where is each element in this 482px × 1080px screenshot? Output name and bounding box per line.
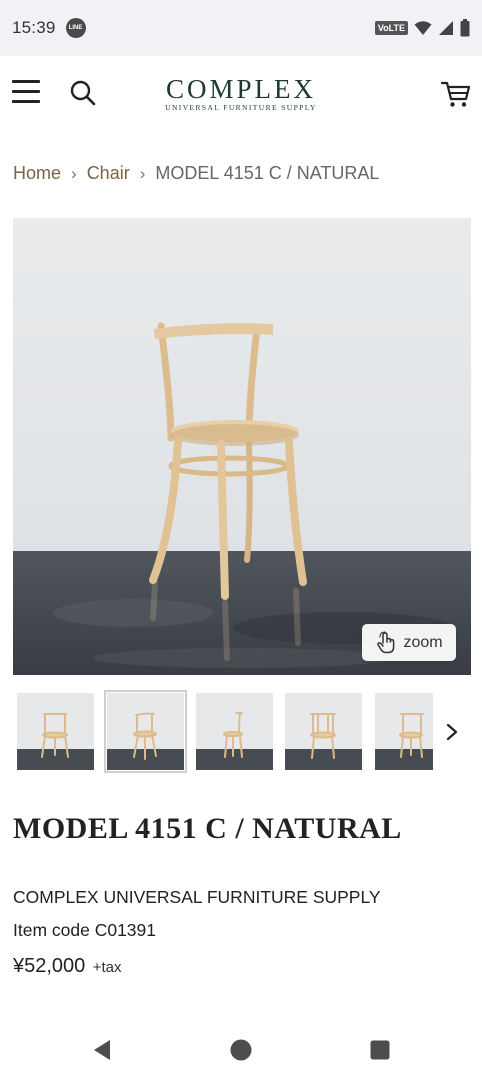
price-row: ¥52,000 +tax [13,955,122,978]
tax-label: +tax [92,959,122,976]
battery-icon [460,19,470,37]
product-brand: COMPLEX UNIVERSAL FURNITURE SUPPLY [13,887,381,907]
thumbnail-image [107,693,184,770]
back-icon[interactable] [90,1038,114,1062]
zoom-button[interactable]: zoom [362,624,456,661]
logo-main-text: COMPLEX [165,74,316,104]
thumbnail-image [375,693,433,770]
product-item-code: Item code C01391 [13,920,157,940]
chair-photo [13,218,471,675]
signal-icon [439,21,453,35]
status-time: 15:39 [12,18,56,37]
cart-icon[interactable] [440,78,472,110]
chevron-right-icon: › [139,163,146,183]
line-app-icon: LINE [65,18,86,38]
chevron-right-icon[interactable] [440,718,464,746]
thumbnail-image [285,693,362,770]
breadcrumb-chair-link[interactable]: Chair [87,163,130,184]
breadcrumb-current: MODEL 4151 C / NATURAL [155,163,380,183]
thumbnail-image [17,693,94,770]
status-bar: 15:39 LINE VoLTE [0,0,482,56]
thumbnail-4[interactable] [285,693,362,770]
home-icon[interactable] [229,1038,253,1062]
site-logo[interactable]: COMPLEX UNIVERSAL FURNITURE SUPPLY [0,74,482,112]
thumbnail-1[interactable] [17,693,94,770]
breadcrumb-home-link[interactable]: Home [13,163,61,184]
system-nav-bar [0,1018,482,1080]
thumbnail-3[interactable] [196,693,273,770]
site-header: COMPLEX UNIVERSAL FURNITURE SUPPLY [0,56,482,134]
thumbnail-5[interactable] [375,693,433,770]
breadcrumb: Home › Chair › MODEL 4151 C / NATURAL [13,163,379,184]
thumbnail-strip [13,688,433,774]
thumbnail-image [196,693,273,770]
wifi-icon [414,21,432,35]
recents-icon[interactable] [368,1038,392,1062]
hand-pointer-icon [377,630,395,653]
product-title: MODEL 4151 C / NATURAL [13,812,402,845]
logo-sub-text: UNIVERSAL FURNITURE SUPPLY [165,103,317,112]
volte-badge: VoLTE [374,21,408,35]
chevron-right-icon: › [71,163,77,183]
zoom-label: zoom [403,633,443,651]
product-price: ¥52,000 [13,955,86,977]
main-product-image[interactable]: zoom [13,218,471,675]
thumbnail-2-selected[interactable] [104,690,187,773]
status-icons: VoLTE [374,19,470,37]
